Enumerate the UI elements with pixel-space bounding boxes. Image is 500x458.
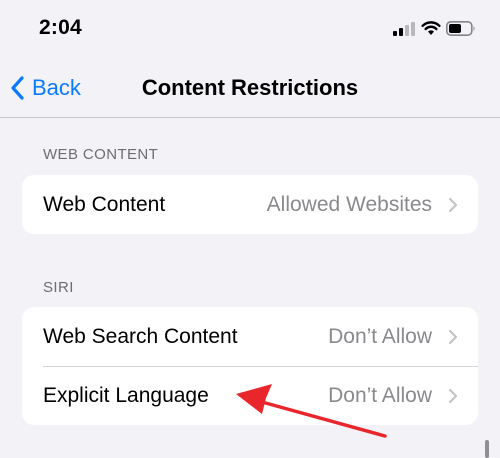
row-label: Web Content xyxy=(43,192,166,216)
siri-group: Web Search Content Don’t Allow Explicit … xyxy=(22,307,478,425)
page-title: Content Restrictions xyxy=(141,75,359,100)
wifi-icon xyxy=(421,21,441,35)
chevron-right-icon xyxy=(448,197,458,212)
row-web-search-content[interactable]: Web Search Content Don’t Allow xyxy=(22,307,478,366)
status-time: 2:04 xyxy=(39,16,82,39)
row-label: Web Search Content xyxy=(43,324,238,348)
section-header-siri: SIRI xyxy=(43,279,74,296)
status-bar: 2:04 xyxy=(0,0,500,60)
row-value: Don’t Allow xyxy=(328,383,432,407)
row-label: Explicit Language xyxy=(43,383,209,407)
section-header-web-content: WEB CONTENT xyxy=(43,146,159,163)
chevron-right-icon xyxy=(448,329,458,344)
row-web-content[interactable]: Web Content Allowed Websites xyxy=(22,175,478,234)
navigation-bar: Back Content Restrictions xyxy=(0,60,500,118)
chevron-right-icon xyxy=(448,388,458,403)
row-value: Don’t Allow xyxy=(328,324,432,348)
cellular-signal-icon xyxy=(393,22,415,36)
row-explicit-language[interactable]: Explicit Language Don’t Allow xyxy=(22,366,478,425)
web-content-group: Web Content Allowed Websites xyxy=(22,175,478,234)
row-value: Allowed Websites xyxy=(266,192,432,216)
battery-icon xyxy=(446,21,475,36)
scroll-indicator[interactable] xyxy=(485,440,489,458)
